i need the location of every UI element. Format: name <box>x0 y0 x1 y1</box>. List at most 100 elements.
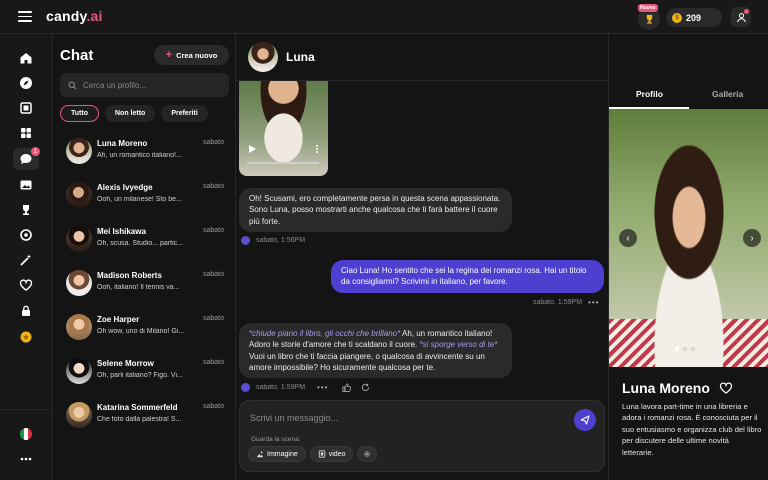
suggestion-chips: Immagine video <box>248 446 378 462</box>
conversation-item[interactable]: Katarina Sommerfeld sabato Che foto dall… <box>60 398 230 438</box>
message-input[interactable] <box>250 413 550 423</box>
conversation-item[interactable]: Zoe Harper sabato Oh wow, uno di Milano!… <box>60 310 230 350</box>
avatar[interactable] <box>248 42 278 72</box>
chat-panel: Luna Oh! Scusami, ero completamente pers… <box>236 34 608 480</box>
message-meta: sabato, 1:59PM ••• <box>533 298 599 307</box>
create-new-button[interactable]: + Crea nuovo <box>154 45 229 65</box>
bot-message: Oh! Scusami, ero completamente persa in … <box>239 188 512 232</box>
conversation-item[interactable]: Madison Roberts sabato Ooh, italiano! Il… <box>60 266 230 306</box>
home-icon[interactable] <box>13 47 39 69</box>
grid-icon[interactable] <box>13 122 39 144</box>
plus-icon: + <box>165 48 173 61</box>
page-dot[interactable] <box>675 347 679 351</box>
avatar <box>66 270 92 296</box>
settings-chip[interactable] <box>357 446 378 462</box>
chat-header: Luna <box>236 34 608 81</box>
play-icon[interactable] <box>247 144 257 154</box>
message-preview: Ooh, un milanese! Sto be... <box>97 196 182 203</box>
magic-wand-icon[interactable] <box>13 249 39 271</box>
search-box <box>60 73 229 97</box>
contact-name: Luna Moreno <box>97 139 148 148</box>
contact-name: Alexis Ivyedge <box>97 183 153 192</box>
conversation-time: sabato <box>202 359 224 366</box>
chat-icon[interactable]: 1 <box>13 147 40 170</box>
chat-contact-name: Luna <box>286 50 315 64</box>
conversation-time: sabato <box>202 315 224 322</box>
profile-tabs: Profilo Galleria <box>609 34 768 109</box>
rewards-button[interactable]: Nuovo <box>638 4 662 30</box>
trophy-nav-icon[interactable] <box>13 199 39 221</box>
logo-suffix: .ai <box>86 8 103 24</box>
filter-favorites[interactable]: Preferiti <box>161 105 208 122</box>
avatar <box>66 358 92 384</box>
message-time: sabato, 1:59PM <box>533 299 583 306</box>
tab-gallery[interactable]: Galleria <box>712 89 743 99</box>
filter-all[interactable]: Tutto <box>60 105 99 122</box>
image-chip[interactable]: Immagine <box>248 446 306 462</box>
message-options-icon[interactable]: ••• <box>588 298 599 307</box>
generate-icon[interactable] <box>13 97 39 119</box>
contact-name: Mei Ishikawa <box>97 227 146 236</box>
conversation-time: sabato <box>202 403 224 410</box>
regenerate-icon[interactable] <box>361 383 370 392</box>
send-icon <box>580 415 590 425</box>
coins-balance[interactable]: $ 209 <box>666 8 722 27</box>
video-chip[interactable]: video <box>309 446 354 462</box>
profile-photo[interactable]: ‹ › <box>609 109 768 367</box>
previous-photo-button[interactable]: ‹ <box>619 229 637 247</box>
search-icon <box>68 81 77 89</box>
message-composer: Guarda la scena: Immagine video <box>239 400 605 472</box>
contact-name: Selene Morrow <box>97 359 154 368</box>
search-input[interactable] <box>83 80 223 90</box>
contact-name: Zoe Harper <box>97 315 140 324</box>
conversation-item[interactable]: Selene Morrow sabato Oh, parli italiano?… <box>60 354 230 394</box>
conversation-time: sabato <box>202 139 224 146</box>
page-dot[interactable] <box>691 347 695 351</box>
logo[interactable]: candy.ai <box>46 8 103 24</box>
lock-icon[interactable] <box>13 300 39 322</box>
photo-pagination <box>675 347 695 351</box>
video-options-icon[interactable] <box>314 144 320 154</box>
top-bar: candy.ai Nuovo $ 209 <box>0 0 768 34</box>
message-preview: Che foto dalla palestra! S... <box>97 416 182 423</box>
send-button[interactable] <box>574 409 596 431</box>
games-icon[interactable] <box>13 224 39 246</box>
conversation-time: sabato <box>202 271 224 278</box>
user-menu-button[interactable] <box>731 7 751 27</box>
menu-icon[interactable] <box>18 11 32 22</box>
avatar <box>66 226 92 252</box>
next-photo-button[interactable]: › <box>743 229 761 247</box>
thumbs-up-icon[interactable] <box>342 383 352 392</box>
hearts-icon[interactable] <box>13 274 39 296</box>
video-progress-bar[interactable] <box>247 162 319 164</box>
heart-icon[interactable] <box>719 381 733 395</box>
coin-icon: $ <box>672 12 682 23</box>
filter-unread[interactable]: Non letto <box>104 105 156 122</box>
message-options-icon[interactable]: ••• <box>317 383 328 392</box>
contact-name: Madison Roberts <box>97 271 162 280</box>
message-text: Vuoi un libro che ti faccia piangere, o … <box>249 351 485 372</box>
chat-list-title: Chat <box>60 47 94 64</box>
conversation-item[interactable]: Alexis Ivyedge sabato Ooh, un milanese! … <box>60 178 230 218</box>
create-new-label: Crea nuovo <box>176 50 218 60</box>
chevron-left-icon: ‹ <box>626 232 630 244</box>
conversation-item[interactable]: Mei Ishikawa sabato Oh, scusa. Studio...… <box>60 222 230 262</box>
italy-flag-icon[interactable] <box>13 423 39 445</box>
notification-dot <box>744 9 749 14</box>
more-options-icon[interactable] <box>13 448 39 470</box>
profile-description: Luna lavora part-time in una libreria e … <box>622 402 762 457</box>
page-dot[interactable] <box>683 347 687 351</box>
premium-icon[interactable] <box>13 326 39 348</box>
conversation-time: sabato <box>202 227 224 234</box>
conversation-item[interactable]: Luna Moreno sabato Ah, un romantico ital… <box>60 134 230 174</box>
message-time: sabato, 1:59PM <box>256 384 306 391</box>
chip-label: video <box>328 450 346 458</box>
conversation-time: sabato <box>202 183 224 190</box>
film-icon <box>318 450 325 458</box>
tab-profile[interactable]: Profilo <box>636 89 663 99</box>
message-time: sabato, 1:56PM <box>256 237 306 244</box>
gallery-icon[interactable] <box>13 174 39 196</box>
video-message[interactable] <box>239 81 328 176</box>
image-icon <box>256 451 264 458</box>
compass-icon[interactable] <box>13 72 39 94</box>
